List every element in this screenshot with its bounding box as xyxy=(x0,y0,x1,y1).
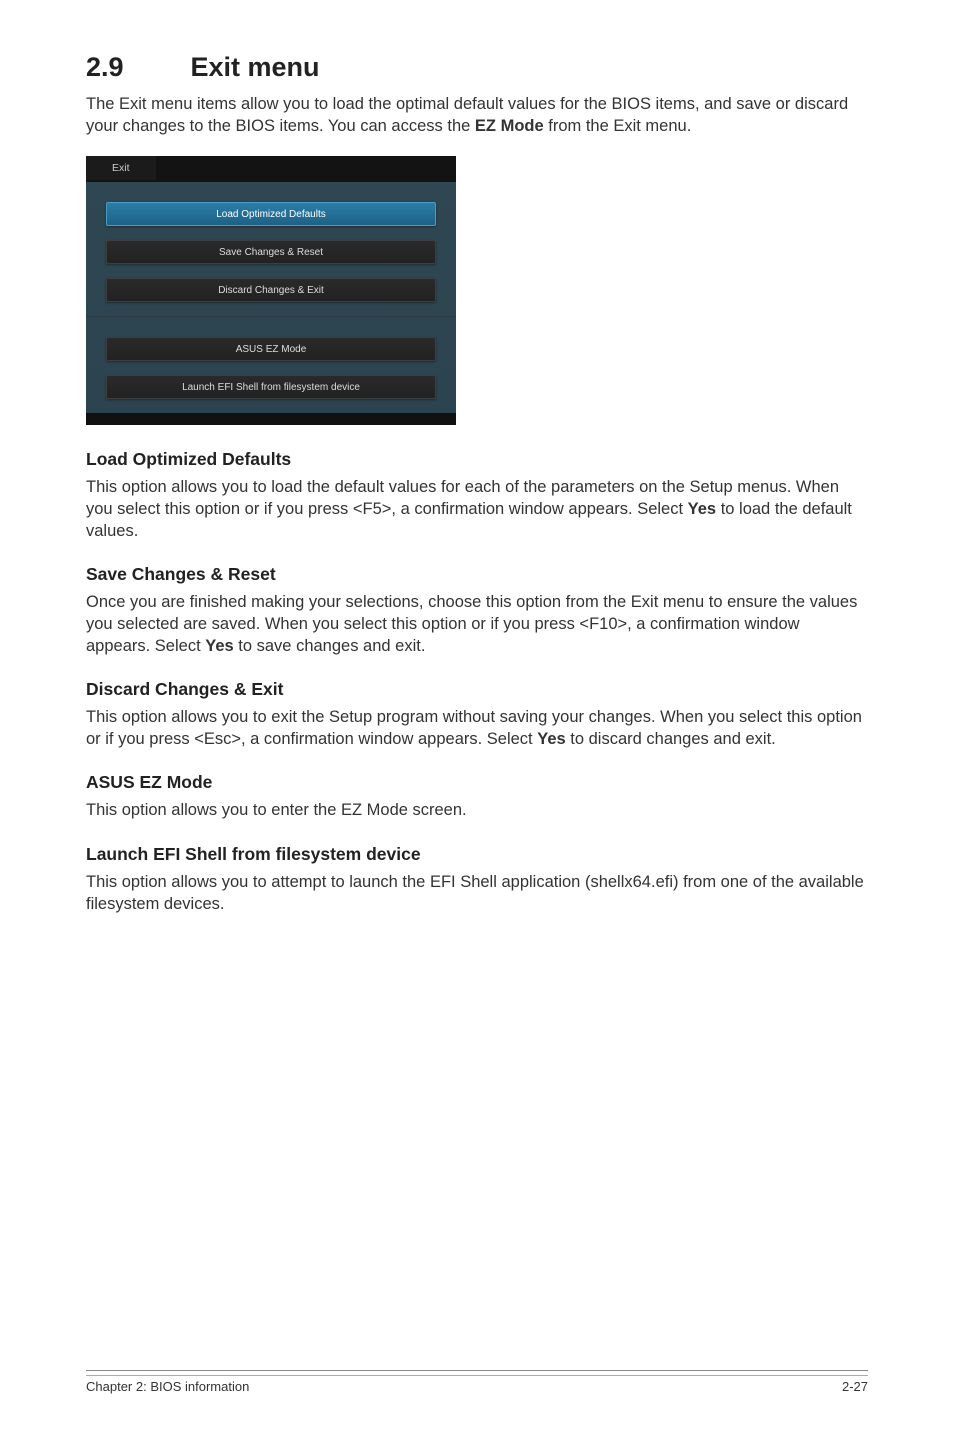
section-title: Exit menu xyxy=(190,52,319,83)
intro-paragraph: The Exit menu items allow you to load th… xyxy=(86,93,868,138)
section-number: 2.9 xyxy=(86,52,186,83)
intro-text-bold: EZ Mode xyxy=(475,117,544,135)
page-footer: Chapter 2: BIOS information 2-27 xyxy=(86,1370,868,1394)
menu-discard-changes-exit[interactable]: Discard Changes & Exit xyxy=(106,278,436,302)
subhead-load-optimized-defaults: Load Optimized Defaults xyxy=(86,449,868,470)
menu-asus-ez-mode[interactable]: ASUS EZ Mode xyxy=(106,337,436,361)
text-bold: Yes xyxy=(688,500,716,518)
text: Once you are finished making your select… xyxy=(86,593,857,655)
menu-load-optimized-defaults[interactable]: Load Optimized Defaults xyxy=(106,202,436,226)
para-save-changes-reset: Once you are finished making your select… xyxy=(86,591,868,657)
menu-separator xyxy=(86,316,456,317)
para-discard-changes-exit: This option allows you to exit the Setup… xyxy=(86,706,868,750)
subhead-asus-ez-mode: ASUS EZ Mode xyxy=(86,772,868,793)
menu-launch-efi-shell[interactable]: Launch EFI Shell from filesystem device xyxy=(106,375,436,399)
subhead-save-changes-reset: Save Changes & Reset xyxy=(86,564,868,585)
footer-rule xyxy=(86,1375,868,1376)
para-asus-ez-mode: This option allows you to enter the EZ M… xyxy=(86,799,868,821)
intro-text-pre: The Exit menu items allow you to load th… xyxy=(86,95,848,135)
subhead-launch-efi-shell: Launch EFI Shell from filesystem device xyxy=(86,844,868,865)
menu-save-changes-reset[interactable]: Save Changes & Reset xyxy=(106,240,436,264)
intro-text-post: from the Exit menu. xyxy=(544,117,692,135)
tab-exit[interactable]: Exit xyxy=(86,156,156,180)
page-heading: 2.9 Exit menu xyxy=(86,52,868,83)
text: to discard changes and exit. xyxy=(566,730,776,748)
para-load-optimized-defaults: This option allows you to load the defau… xyxy=(86,476,868,542)
bios-screenshot: Exit Load Optimized Defaults Save Change… xyxy=(86,156,456,425)
text-bold: Yes xyxy=(205,637,233,655)
footer-left: Chapter 2: BIOS information xyxy=(86,1379,249,1394)
tab-bar: Exit xyxy=(86,156,456,182)
text: to save changes and exit. xyxy=(234,637,426,655)
footer-right: 2-27 xyxy=(842,1379,868,1394)
subhead-discard-changes-exit: Discard Changes & Exit xyxy=(86,679,868,700)
para-launch-efi-shell: This option allows you to attempt to lau… xyxy=(86,871,868,915)
screenshot-body: Load Optimized Defaults Save Changes & R… xyxy=(86,182,456,413)
text-bold: Yes xyxy=(537,730,565,748)
